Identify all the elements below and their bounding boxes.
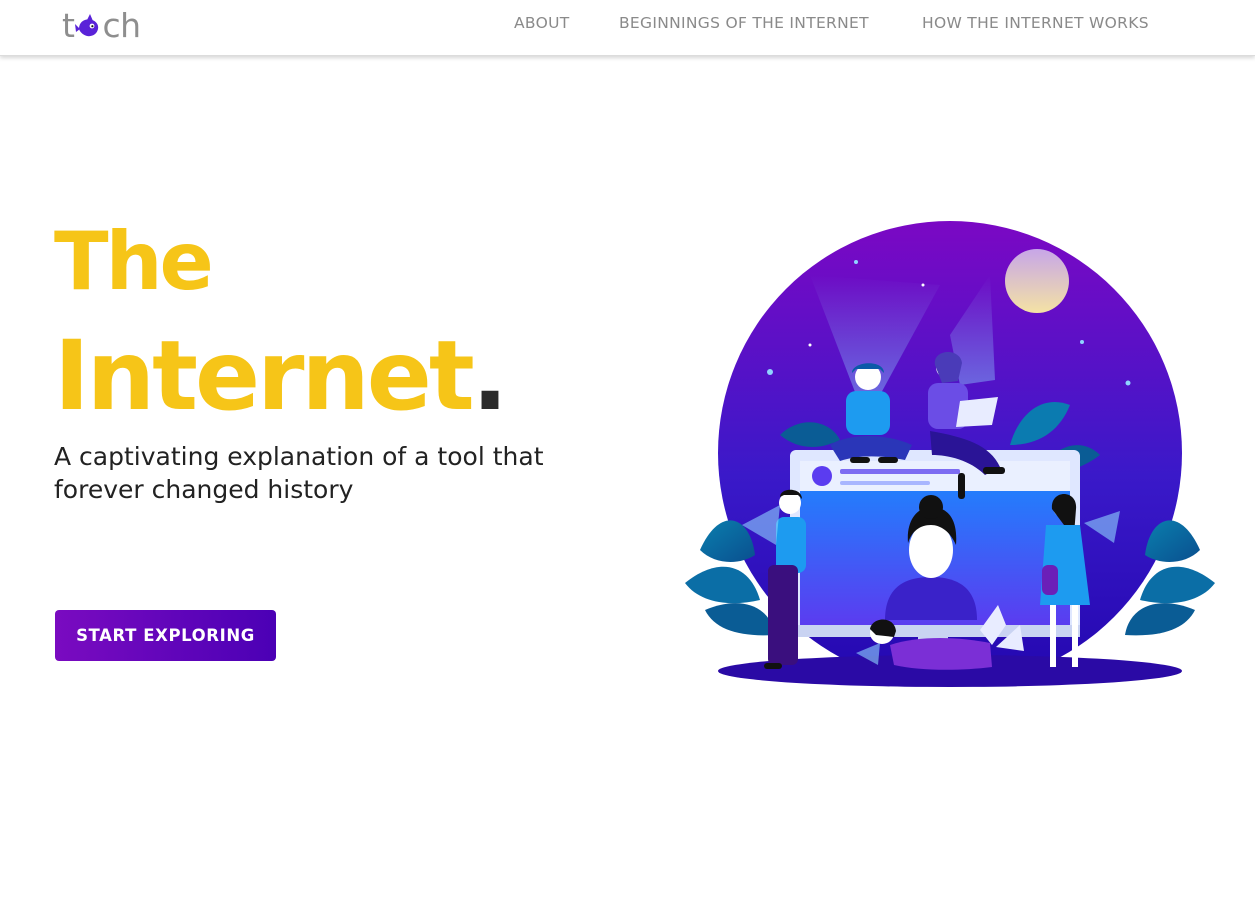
hero-title-word: Internet — [54, 320, 475, 432]
hero-title-line-2: Internet. — [54, 328, 508, 424]
hero-illustration — [680, 205, 1220, 695]
hero-title-line-1: The — [54, 215, 214, 308]
hero-subtitle: A captivating explanation of a tool that… — [54, 442, 544, 504]
nav-beginnings-of-the-internet[interactable]: BEGINNINGS OF THE INTERNET — [619, 14, 869, 32]
nav-about[interactable]: ABOUT — [514, 14, 569, 32]
main-nav: ABOUT BEGINNINGS OF THE INTERNET HOW THE… — [0, 0, 1255, 48]
hero-title-dot: . — [471, 320, 509, 432]
navbar: t ch ABOUT BEGINNINGS OF THE INTERNET HO… — [0, 0, 1255, 56]
nav-how-the-internet-works[interactable]: HOW THE INTERNET WORKS — [922, 14, 1149, 32]
start-exploring-button[interactable]: START EXPLORING — [55, 610, 276, 661]
